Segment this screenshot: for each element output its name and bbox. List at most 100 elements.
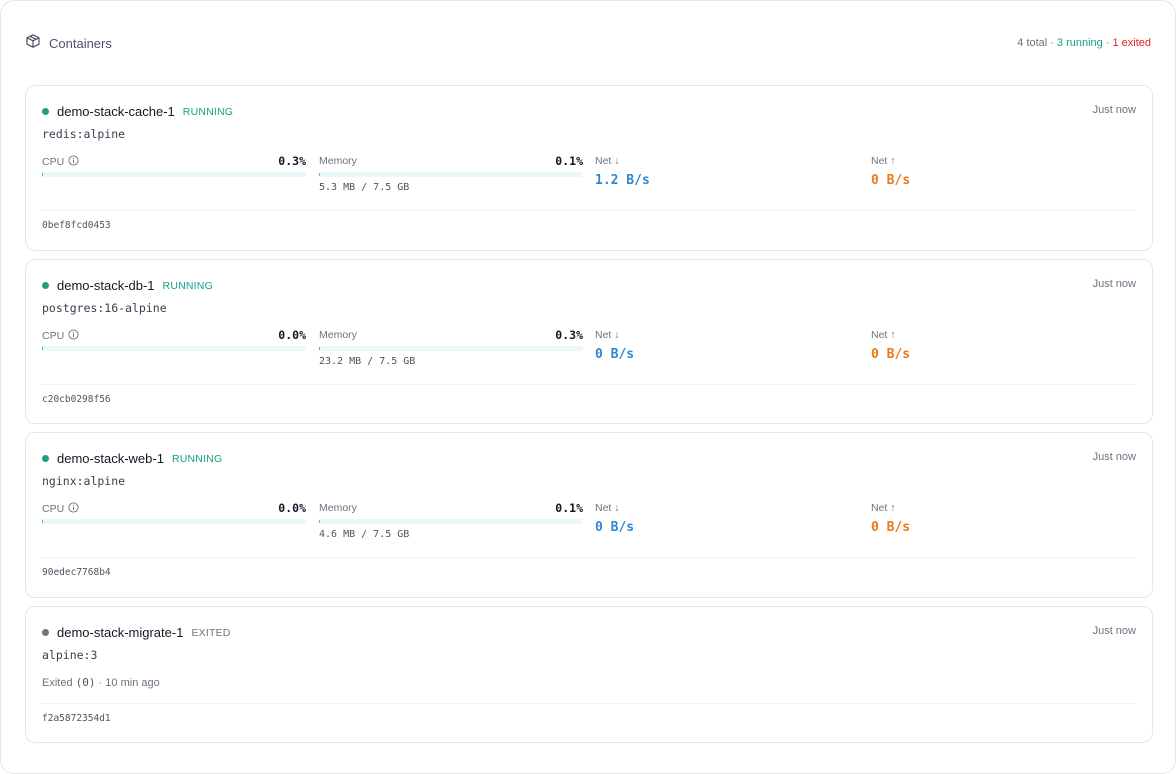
cpu-percent: 0.0% [278,328,306,342]
container-card[interactable]: demo-stack-migrate-1 EXITED Just now alp… [25,606,1153,743]
panel-title-group: Containers [25,33,112,54]
container-card[interactable]: demo-stack-web-1 RUNNING Just now nginx:… [25,432,1153,598]
memory-bar-fill [319,172,321,177]
cpu-label: CPU [42,156,65,168]
cpu-label-group: CPU [42,155,79,169]
summary-total: 4 total [1017,37,1048,49]
cpu-metric: CPU 0.0% [42,501,306,542]
containers-panel: Containers 4 total · 3 running · 1 exite… [0,0,1176,774]
container-id: 0bef8fcd0453 [42,220,111,231]
status-dot [42,282,49,289]
memory-label: Memory [319,329,357,341]
container-header: demo-stack-web-1 RUNNING [42,451,222,466]
net-up-label: Net ↑ [871,155,896,167]
card-divider [42,703,1136,704]
memory-bar [319,346,583,351]
container-id: c20cb0298f56 [42,394,111,405]
net-up-metric: Net ↑ 0 B/s [871,502,1135,542]
net-up-value: 0 B/s [871,347,911,362]
box-icon [25,33,41,54]
info-icon[interactable] [68,155,79,169]
status-badge: RUNNING [162,279,213,292]
memory-bar-fill [319,346,321,351]
cpu-bar [42,346,306,351]
container-summary: 4 total · 3 running · 1 exited [1017,37,1151,49]
metrics-row: CPU 0.3% Memory 0.1% 5.3 MB / 7.5 GB Net… [42,154,1138,195]
memory-metric: Memory 0.1% 5.3 MB / 7.5 GB [319,154,583,195]
container-image: alpine:3 [42,648,98,662]
exit-info: Exited (0) · 10 min ago [42,676,160,689]
last-updated: Just now [1092,625,1136,637]
summary-separator: · [1050,37,1054,49]
net-down-metric: Net ↓ 1.2 B/s [595,155,859,195]
status-dot [42,108,49,115]
container-header: demo-stack-db-1 RUNNING [42,278,213,293]
net-down-value: 1.2 B/s [595,173,650,188]
container-image: postgres:16-alpine [42,301,167,315]
memory-bar [319,172,583,177]
memory-percent: 0.3% [555,328,583,342]
exit-time: · 10 min ago [98,677,160,689]
cpu-label-group: CPU [42,502,79,516]
container-image: nginx:alpine [42,474,126,488]
container-name[interactable]: demo-stack-web-1 [57,451,164,466]
cpu-label-group: CPU [42,329,79,343]
card-divider [42,557,1136,558]
container-name[interactable]: demo-stack-cache-1 [57,104,175,119]
memory-metric: Memory 0.1% 4.6 MB / 7.5 GB [319,501,583,542]
cpu-metric: CPU 0.3% [42,154,306,195]
status-badge: EXITED [191,626,231,639]
container-id: 90edec7768b4 [42,567,111,578]
net-up-metric: Net ↑ 0 B/s [871,155,1135,195]
status-badge: RUNNING [182,105,234,118]
panel-header: Containers 4 total · 3 running · 1 exite… [25,33,1151,53]
cpu-percent: 0.3% [278,154,306,168]
memory-bar [319,519,583,524]
status-dot [42,629,49,636]
container-name[interactable]: demo-stack-db-1 [57,278,155,293]
net-up-metric: Net ↑ 0 B/s [871,329,1135,369]
status-dot [42,455,49,462]
cpu-bar [42,172,306,177]
memory-percent: 0.1% [555,501,583,515]
card-divider [42,210,1136,211]
last-updated: Just now [1092,451,1136,463]
net-up-label: Net ↑ [871,329,896,341]
net-down-label: Net ↓ [595,155,620,167]
container-name[interactable]: demo-stack-migrate-1 [57,625,183,640]
summary-exited: 1 exited [1112,37,1151,49]
panel-title: Containers [49,35,112,51]
status-badge: RUNNING [171,452,223,465]
info-icon[interactable] [68,329,79,343]
last-updated: Just now [1092,104,1136,116]
cpu-label: CPU [42,330,65,342]
summary-separator: · [1105,37,1110,49]
info-icon[interactable] [68,502,79,516]
last-updated: Just now [1092,278,1136,290]
memory-label: Memory [319,155,357,167]
exit-code: (0) [75,676,96,689]
exit-prefix: Exited [42,677,73,689]
metrics-row: CPU 0.0% Memory 0.3% 23.2 MB / 7.5 GB Ne… [42,328,1138,369]
summary-running: 3 running [1056,37,1103,49]
metrics-row: CPU 0.0% Memory 0.1% 4.6 MB / 7.5 GB Net… [42,501,1138,542]
cpu-bar-fill [42,519,44,524]
memory-usage: 23.2 MB / 7.5 GB [319,356,416,367]
net-down-value: 0 B/s [595,520,635,535]
cpu-bar [42,519,306,524]
container-card[interactable]: demo-stack-db-1 RUNNING Just now postgre… [25,259,1153,424]
memory-usage: 4.6 MB / 7.5 GB [319,529,410,540]
cpu-bar-fill [42,346,44,351]
container-header: demo-stack-cache-1 RUNNING [42,104,233,119]
cpu-percent: 0.0% [278,501,306,515]
memory-percent: 0.1% [555,154,583,168]
net-up-label: Net ↑ [871,502,896,514]
memory-metric: Memory 0.3% 23.2 MB / 7.5 GB [319,328,583,369]
card-divider [42,384,1136,385]
container-id: f2a5872354d1 [42,713,111,724]
net-down-metric: Net ↓ 0 B/s [595,329,859,369]
memory-bar-fill [319,519,321,524]
container-card[interactable]: demo-stack-cache-1 RUNNING Just now redi… [25,85,1153,251]
memory-usage: 5.3 MB / 7.5 GB [319,182,410,193]
memory-label: Memory [319,502,357,514]
